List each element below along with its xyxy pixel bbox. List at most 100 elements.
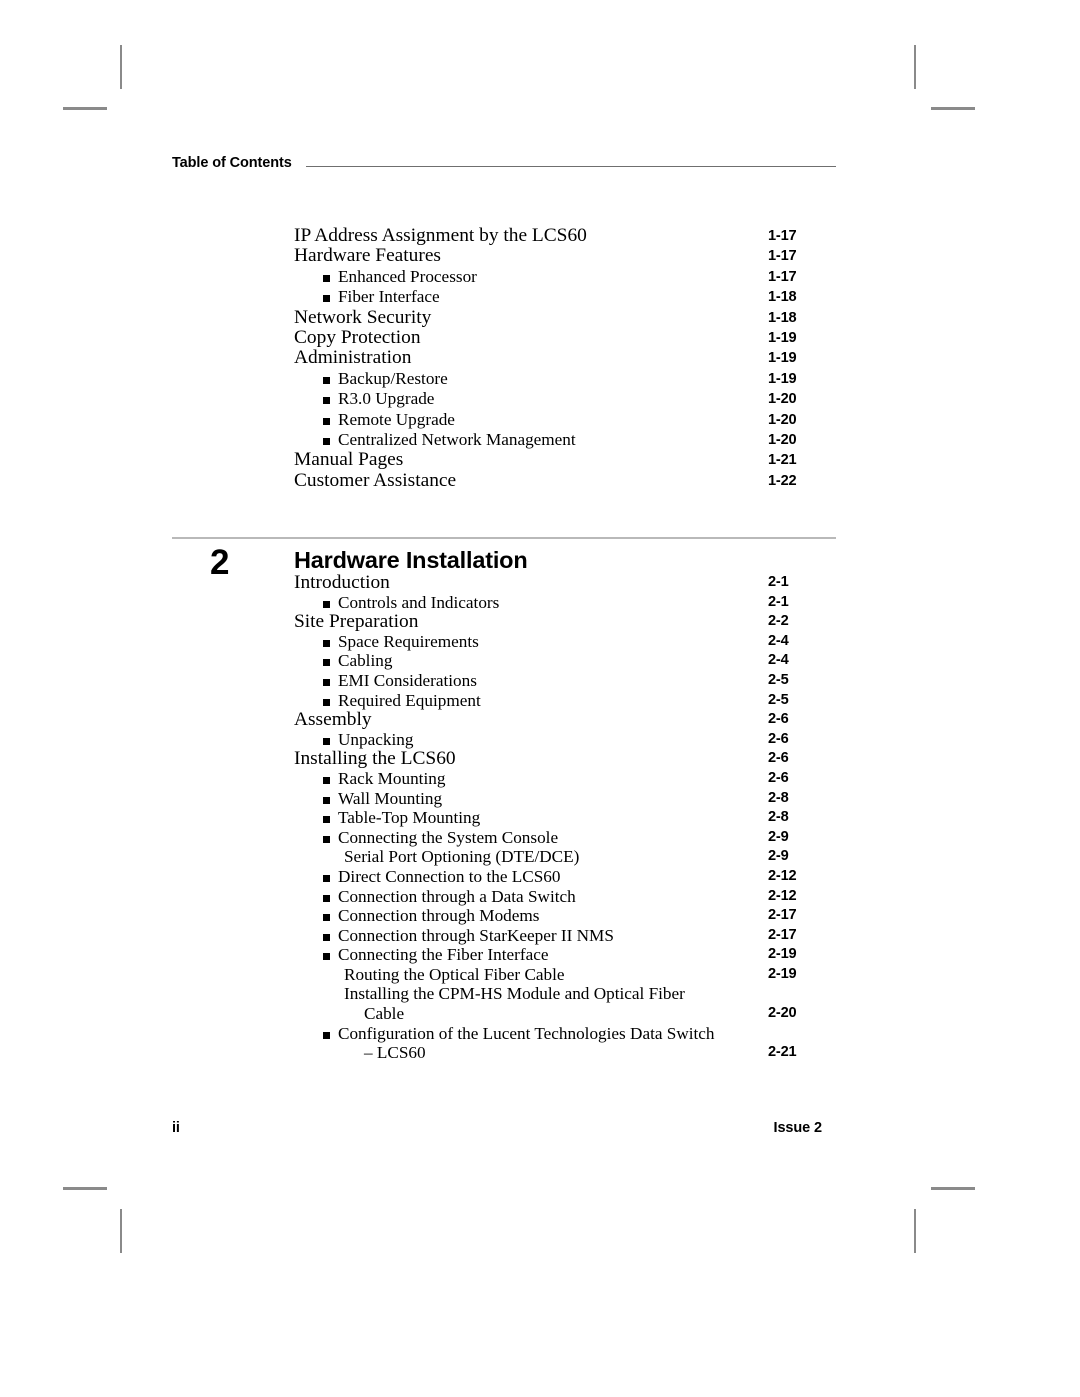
header-rule [305,166,836,167]
crop-mark-top-right-vertical [914,45,916,89]
toc-entry[interactable]: Rack Mounting 2-6 [0,769,1080,789]
toc-entry[interactable]: Remote Upgrade 1-20 [0,410,1080,430]
toc-entry-page-number: 1-18 [768,289,797,306]
bullet-square-icon [323,874,330,882]
toc-entry-page-number: 2-8 [768,789,789,806]
toc-entry-label: Connection through StarKeeper II NMS [338,925,614,945]
toc-entry-page-number: 2-9 [768,828,789,845]
toc-entry-page-number: 1-19 [768,329,797,346]
toc-entry[interactable]: Hardware Features 1-17 [0,245,1080,266]
toc-entry[interactable]: Connecting the System Console 2-9 [0,828,1080,848]
bullet-square-icon [323,397,330,405]
toc-entry-page-number: 1-22 [768,472,797,489]
toc-entry[interactable]: R3.0 Upgrade 1-20 [0,389,1080,409]
toc-entry-label: Copy Protection [294,326,421,348]
bullet-square-icon [323,776,330,784]
toc-entry[interactable]: Cabling 2-4 [0,651,1080,671]
toc-entry[interactable]: Cable 2-20 [0,1004,1080,1024]
toc-entry-page-number: 1-19 [768,370,797,387]
toc-entry[interactable]: Site Preparation 2-2 [0,612,1080,632]
toc-entry-page-number: 2-6 [768,711,789,728]
toc-entry-page-number: 2-4 [768,632,789,649]
toc-entry[interactable]: Controls and Indicators 2-1 [0,593,1080,613]
toc-entry-label: Administration [294,347,412,369]
crop-mark-top-right-horizontal [931,107,975,110]
toc-entry[interactable]: Installing the LCS60 2-6 [0,749,1080,769]
bullet-square-icon [323,953,330,961]
toc-entry[interactable]: Configuration of the Lucent Technologies… [0,1024,1080,1044]
toc-entry-page-number: 2-12 [768,867,797,884]
footer-issue-label: Issue 2 [773,1120,823,1136]
toc-entry-label: EMI Considerations [338,670,477,690]
bullet-square-icon [323,600,330,608]
toc-entry-page-number: 1-17 [768,228,797,244]
toc-entry-label: Introduction [294,572,390,593]
toc-entry-label: Remote Upgrade [338,409,455,429]
toc-entry[interactable]: Connection through a Data Switch 2-12 [0,887,1080,907]
toc-entry[interactable]: Centralized Network Management 1-20 [0,430,1080,450]
toc-entry-page-number: 1-21 [768,452,797,469]
toc-entry[interactable]: Connection through StarKeeper II NMS 2-17 [0,926,1080,946]
toc-entry-page-number: 2-9 [768,848,789,865]
toc-entry[interactable]: Space Requirements 2-4 [0,632,1080,652]
toc-entry[interactable]: Connection through Modems 2-17 [0,906,1080,926]
toc-entry[interactable]: Assembly 2-6 [0,710,1080,730]
bullet-square-icon [323,698,330,706]
toc-entry-label: Routing the Optical Fiber Cable [344,964,565,984]
toc-entry-page-number: 2-19 [768,946,797,963]
bullet-square-icon [323,816,330,824]
toc-entry-label: Assembly [294,709,372,731]
bullet-square-icon [323,796,330,804]
bullet-square-icon [323,639,330,647]
page-footer: ii Issue 2 [172,1120,836,1142]
toc-entry[interactable]: EMI Considerations 2-5 [0,671,1080,691]
toc-entry[interactable]: Manual Pages 1-21 [0,449,1080,471]
toc-entry-label: Installing the LCS60 [294,748,456,770]
bullet-square-icon [323,737,330,745]
toc-entry-page-number: 1-20 [768,411,797,428]
toc-entry-page-number: 2-6 [768,730,789,747]
toc-entry-page-number: 2-17 [768,926,797,943]
toc-entry-page-number: 1-17 [768,268,797,285]
bullet-square-icon [323,437,330,445]
toc-entry[interactable]: Introduction 2-1 [0,573,1080,593]
toc-entry[interactable]: Customer Assistance 1-22 [0,469,1080,491]
toc-entry[interactable]: Installing the CPM-HS Module and Optical… [0,984,1080,1004]
toc-entry-label: Backup/Restore [338,368,448,388]
toc-entry[interactable]: Copy Protection 1-19 [0,326,1080,348]
toc-entry-page-number: 1-17 [768,248,797,265]
toc-entry-label: Manual Pages [294,449,404,471]
bullet-square-icon [323,914,330,922]
crop-mark-bottom-left-horizontal [63,1187,107,1190]
toc-entry-label: Enhanced Processor [338,266,477,286]
toc-entry[interactable]: Table-Top Mounting 2-8 [0,808,1080,828]
toc-entry-page-number: 1-20 [768,391,797,408]
toc-entry-page-number: 2-5 [768,671,789,688]
bullet-square-icon [323,417,330,425]
toc-entry[interactable]: – LCS60 2-21 [0,1043,1080,1063]
toc-entry[interactable]: Backup/Restore 1-19 [0,369,1080,389]
toc-entry-label: Centralized Network Management [338,429,576,449]
toc-entry[interactable]: Connecting the Fiber Interface 2-19 [0,945,1080,965]
toc-entry-label: Connection through a Data Switch [338,886,576,906]
toc-entry-page-number: 2-5 [768,691,789,708]
toc-entry[interactable]: Direct Connection to the LCS60 2-12 [0,867,1080,887]
toc-entry[interactable]: Fiber Interface 1-18 [0,287,1080,307]
toc-entry[interactable]: Wall Mounting 2-8 [0,789,1080,809]
toc-entry[interactable]: Unpacking 2-6 [0,730,1080,750]
toc-entry-label: Configuration of the Lucent Technologies… [338,1023,715,1043]
running-header-title: Table of Contents [172,155,292,171]
bullet-square-icon [323,295,330,303]
toc-entry[interactable]: Network Security 1-18 [0,307,1080,328]
toc-entry[interactable]: IP Address Assignment by the LCS60 1-17 [0,225,1080,246]
toc-entry[interactable]: Required Equipment 2-5 [0,691,1080,711]
crop-mark-top-left-vertical [120,45,122,89]
toc-entry-label: Connecting the Fiber Interface [338,945,549,965]
toc-entry[interactable]: Serial Port Optioning (DTE/DCE) 2-9 [0,847,1080,867]
toc-entry[interactable]: Routing the Optical Fiber Cable 2-19 [0,965,1080,985]
toc-entry[interactable]: Administration 1-19 [0,347,1080,369]
bullet-square-icon [323,376,330,384]
toc-entry[interactable]: Enhanced Processor 1-17 [0,267,1080,287]
toc-entry-label: Customer Assistance [294,469,457,491]
toc-entry-label: Serial Port Optioning (DTE/DCE) [344,847,580,867]
